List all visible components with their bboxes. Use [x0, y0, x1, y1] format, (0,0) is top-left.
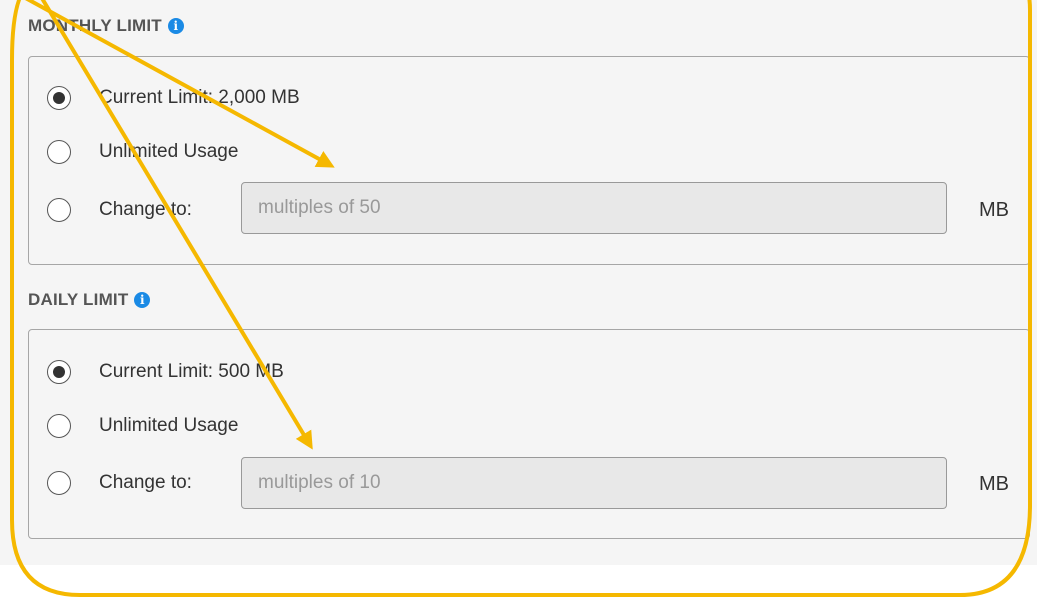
monthly-limit-box: Current Limit: 2,000 MB Unlimited Usage … [28, 56, 1030, 265]
daily-current-radio[interactable] [47, 360, 71, 384]
monthly-current-radio[interactable] [47, 86, 71, 110]
monthly-option-unlimited[interactable]: Unlimited Usage [47, 140, 238, 164]
daily-unlimited-radio[interactable] [47, 414, 71, 438]
info-icon[interactable]: i [134, 292, 151, 308]
daily-change-label: Change to: [99, 472, 192, 493]
monthly-unit-label: MB [979, 199, 1009, 221]
daily-limit-header: DAILY LIMIT i [28, 290, 151, 310]
monthly-change-input[interactable] [241, 182, 947, 234]
info-icon[interactable]: i [167, 18, 184, 34]
daily-current-label: Current Limit: 500 MB [99, 361, 284, 382]
monthly-change-label: Change to: [99, 199, 192, 220]
daily-option-change[interactable]: Change to: [47, 471, 192, 495]
daily-change-radio[interactable] [47, 471, 71, 495]
monthly-unlimited-label: Unlimited Usage [99, 141, 239, 162]
monthly-current-label: Current Limit: 2,000 MB [99, 87, 300, 108]
radio-selected-dot [53, 92, 65, 104]
daily-limit-box: Current Limit: 500 MB Unlimited Usage Ch… [28, 329, 1030, 539]
monthly-change-radio[interactable] [47, 198, 71, 222]
monthly-limit-header: MONTHLY LIMIT i [28, 16, 184, 36]
monthly-unlimited-radio[interactable] [47, 140, 71, 164]
daily-limit-title: DAILY LIMIT [28, 290, 129, 309]
daily-unit-label: MB [979, 473, 1009, 495]
monthly-option-change[interactable]: Change to: [47, 198, 192, 222]
daily-option-unlimited[interactable]: Unlimited Usage [47, 414, 238, 438]
daily-unlimited-label: Unlimited Usage [99, 415, 239, 436]
radio-selected-dot [53, 366, 65, 378]
monthly-option-current[interactable]: Current Limit: 2,000 MB [47, 86, 300, 110]
daily-option-current[interactable]: Current Limit: 500 MB [47, 360, 284, 384]
daily-change-input[interactable] [241, 457, 947, 509]
monthly-limit-title: MONTHLY LIMIT [28, 16, 162, 35]
